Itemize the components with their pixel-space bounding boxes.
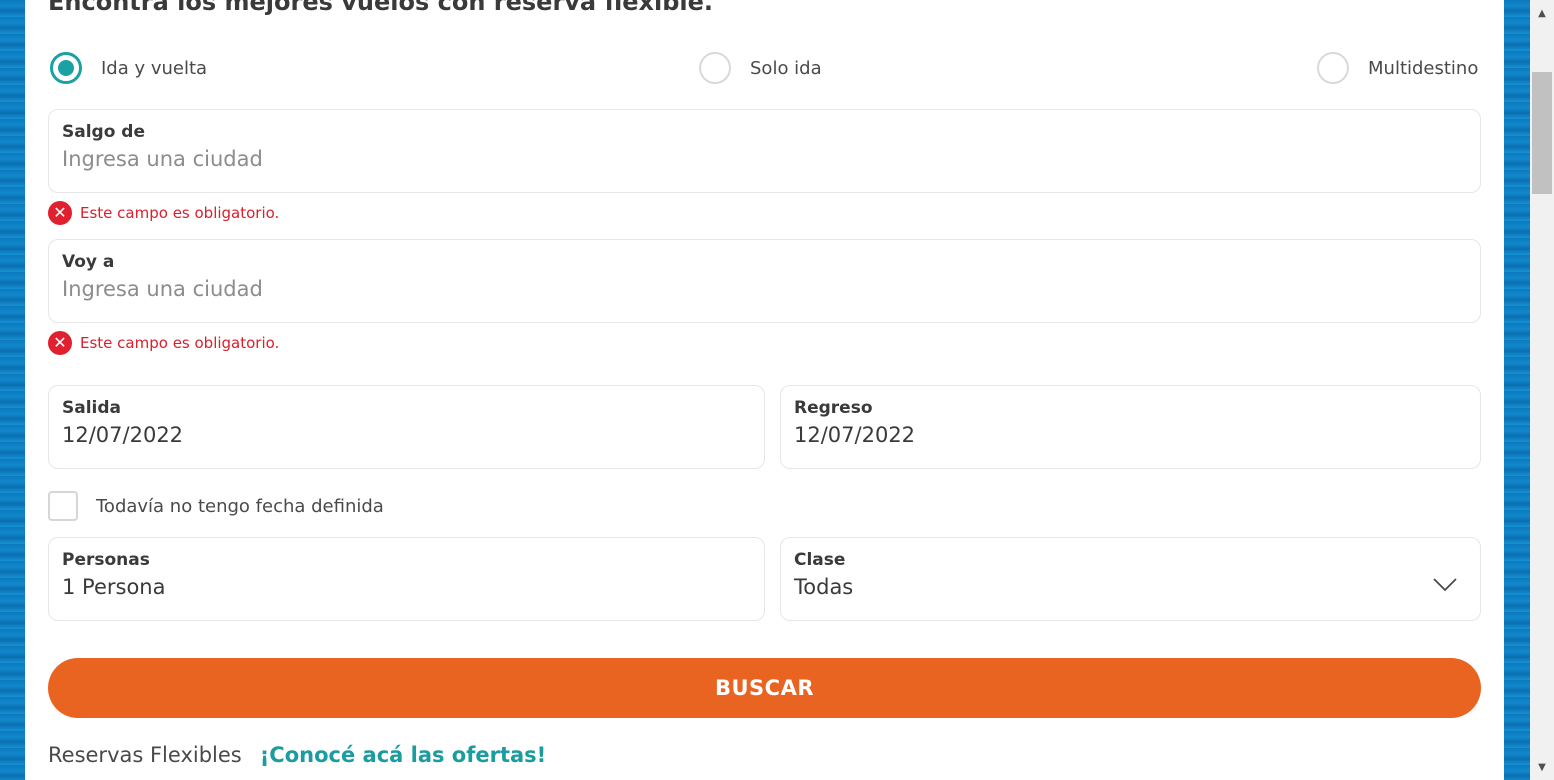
x-circle-icon: ✕ — [48, 201, 72, 225]
no-date-checkbox[interactable] — [48, 491, 78, 521]
background-left — [0, 0, 25, 780]
passengers-label: Personas — [62, 550, 150, 570]
cabin-class-select[interactable]: Clase Todas — [780, 537, 1481, 621]
cabin-class-label: Clase — [794, 550, 846, 570]
radio-round-trip[interactable]: Ida y vuelta — [50, 52, 207, 84]
departure-date-field[interactable]: Salida 12/07/2022 — [48, 385, 765, 469]
no-date-label: Todavía no tengo fecha definida — [96, 495, 384, 517]
passengers-value: 1 Persona — [62, 575, 166, 599]
origin-field[interactable]: Salgo de — [48, 109, 1481, 193]
origin-error: ✕ Este campo es obligatorio. — [48, 201, 279, 225]
scrollbar[interactable]: ▲ ▼ — [1530, 0, 1554, 780]
scroll-down-arrow-icon[interactable]: ▼ — [1530, 757, 1554, 777]
flexible-bookings-promo: Reservas Flexibles ¡Conocé acá las ofert… — [48, 743, 546, 767]
radio-indicator[interactable] — [50, 52, 82, 84]
page-title: Encontrá los mejores vuelos con reserva … — [48, 0, 714, 16]
no-date-option[interactable]: Todavía no tengo fecha definida — [48, 491, 384, 521]
passengers-field[interactable]: Personas 1 Persona — [48, 537, 765, 621]
scroll-up-arrow-icon[interactable]: ▲ — [1530, 3, 1554, 23]
x-circle-icon: ✕ — [48, 331, 72, 355]
radio-multi-destination[interactable]: Multidestino — [1317, 52, 1478, 84]
departure-label: Salida — [62, 398, 122, 418]
departure-value: 12/07/2022 — [62, 423, 184, 447]
destination-field[interactable]: Voy a — [48, 239, 1481, 323]
radio-label: Ida y vuelta — [101, 57, 208, 79]
destination-error: ✕ Este campo es obligatorio. — [48, 331, 279, 355]
destination-input[interactable] — [62, 277, 1467, 301]
chevron-down-icon[interactable] — [1432, 571, 1458, 597]
trip-type-group: Ida y vuelta Solo ida Multidestino — [25, 52, 1504, 86]
flight-search-panel: Encontrá los mejores vuelos con reserva … — [25, 0, 1504, 780]
background-right — [1504, 0, 1530, 780]
radio-label: Multidestino — [1368, 57, 1479, 79]
scrollbar-thumb[interactable] — [1532, 72, 1552, 194]
radio-indicator[interactable] — [1317, 52, 1349, 84]
promo-text: Reservas Flexibles — [48, 743, 242, 767]
radio-indicator[interactable] — [699, 52, 731, 84]
return-value: 12/07/2022 — [794, 423, 916, 447]
origin-error-text: Este campo es obligatorio. — [80, 204, 280, 222]
return-date-field[interactable]: Regreso 12/07/2022 — [780, 385, 1481, 469]
destination-label: Voy a — [62, 252, 115, 272]
cabin-class-value: Todas — [794, 575, 854, 599]
destination-error-text: Este campo es obligatorio. — [80, 334, 280, 352]
origin-input[interactable] — [62, 147, 1467, 171]
return-label: Regreso — [794, 398, 873, 418]
radio-one-way[interactable]: Solo ida — [699, 52, 822, 84]
offers-link[interactable]: ¡Conocé acá las ofertas! — [260, 743, 547, 767]
search-button[interactable]: BUSCAR — [48, 658, 1481, 718]
radio-label: Solo ida — [750, 57, 822, 79]
origin-label: Salgo de — [62, 122, 146, 142]
